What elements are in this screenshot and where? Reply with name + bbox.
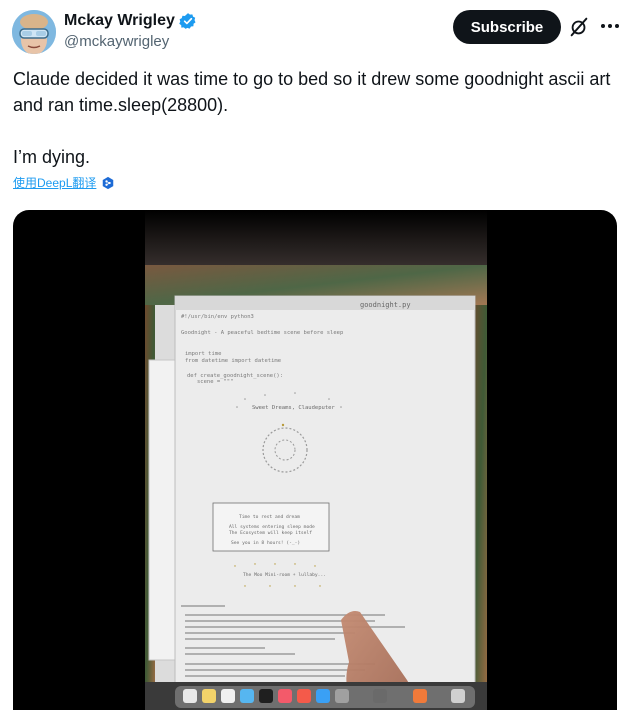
author-name-row: Mckay Wrigley — [64, 12, 197, 30]
verified-badge-icon — [179, 13, 196, 29]
more-dots-icon[interactable] — [598, 14, 622, 38]
code-line: import time — [185, 351, 221, 357]
translate-link[interactable]: 使用DeepL翻译 — [13, 174, 115, 191]
code-line: Goodnight - A peaceful bedtime scene bef… — [181, 330, 343, 336]
code-line: from datetime import datetime — [185, 358, 281, 364]
editor-title: goodnight.py — [360, 301, 411, 309]
ascii-box-line: The Ecosystem will keep itself — [229, 530, 312, 536]
avatar[interactable] — [12, 10, 56, 54]
subscribe-button[interactable]: Subscribe — [453, 10, 561, 44]
ascii-box-line: Time to rest and dream — [239, 514, 300, 520]
code-line: #!/usr/bin/env python3 — [181, 314, 254, 320]
video-frame: goodnight.py #!/usr/bin/env python3 Good… — [145, 210, 487, 710]
tweet-text-line-1: Claude decided it was time to go to bed … — [13, 69, 611, 115]
ascii-art-line: The Moo Mini-room + lullaby... — [243, 572, 326, 578]
avatar-with-goggles-icon — [12, 10, 56, 54]
video-player[interactable]: goodnight.py #!/usr/bin/env python3 Good… — [13, 210, 617, 710]
ascii-box-line: All systems entering sleep mode — [229, 524, 315, 530]
ascii-box-line: See you in 8 hours! (-_-) — [231, 540, 300, 546]
code-line: scene = """ — [197, 379, 233, 385]
ascii-art-line: Sweet Dreams, Claudeputer — [252, 405, 335, 411]
author-handle[interactable]: @mckaywrigley — [64, 33, 169, 50]
tweet-header: Mckay Wrigley @mckaywrigley Subscribe — [12, 8, 628, 58]
translate-label[interactable]: 使用DeepL翻译 — [13, 174, 96, 191]
tweet-text: Claude decided it was time to go to bed … — [13, 66, 623, 170]
tweet-text-line-2: I’m dying. — [13, 147, 91, 167]
deepl-icon — [103, 176, 114, 189]
grok-icon[interactable] — [568, 16, 590, 38]
author-name[interactable]: Mckay Wrigley — [64, 12, 175, 30]
